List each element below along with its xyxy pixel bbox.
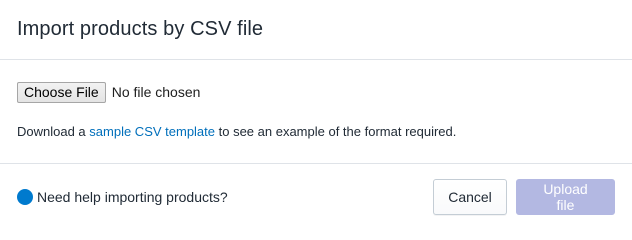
cancel-button[interactable]: Cancel xyxy=(433,178,507,215)
template-note-suffix: to see an example of the format required… xyxy=(215,124,457,139)
file-input: Choose File No file chosen xyxy=(17,81,615,103)
modal-header: Import products by CSV file xyxy=(0,0,632,60)
help-link[interactable]: Need help importing products? xyxy=(17,188,228,205)
choose-file-button[interactable]: Choose File xyxy=(17,81,106,103)
help-circle-icon xyxy=(17,188,33,205)
template-note-prefix: Download a xyxy=(17,124,90,139)
footer-actions: Cancel Upload file xyxy=(433,178,615,215)
template-note: Download a sample CSV template to see an… xyxy=(17,123,615,141)
help-text: Need help importing products? xyxy=(37,188,228,205)
modal-title: Import products by CSV file xyxy=(17,18,264,40)
sample-csv-template-link[interactable]: sample CSV template xyxy=(89,124,215,139)
upload-file-button[interactable]: Upload file xyxy=(516,178,615,215)
import-csv-modal: Import products by CSV file Choose File … xyxy=(0,0,632,229)
modal-body: Choose File No file chosen Download a sa… xyxy=(0,60,632,164)
modal-footer: Need help importing products? Cancel Upl… xyxy=(0,164,632,229)
file-status-text: No file chosen xyxy=(111,84,201,100)
